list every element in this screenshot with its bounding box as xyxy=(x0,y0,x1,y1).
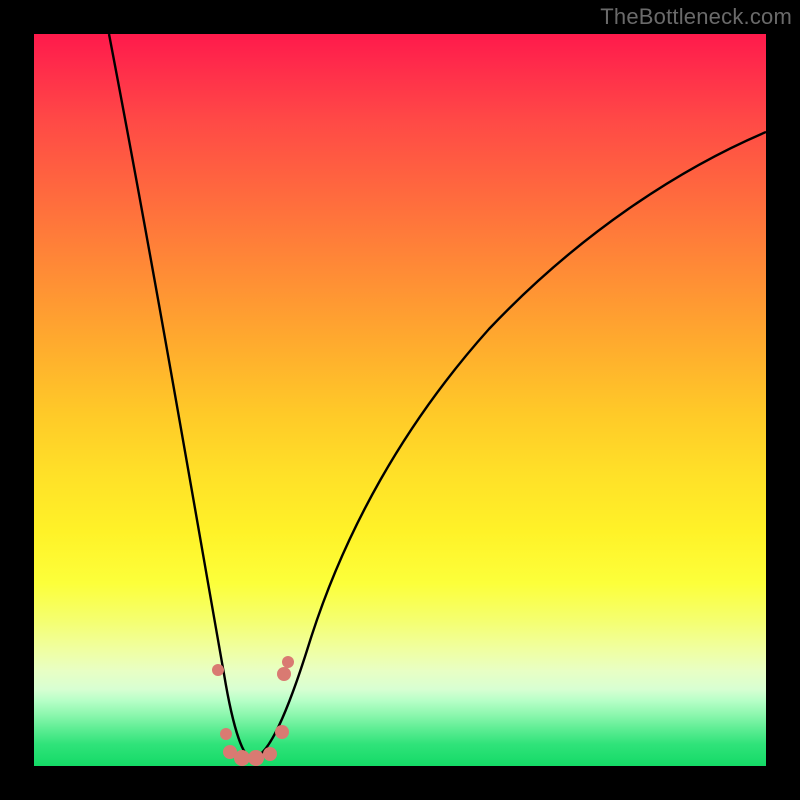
marker-point xyxy=(212,664,224,676)
chart-frame: TheBottleneck.com xyxy=(0,0,800,800)
marker-point xyxy=(248,750,264,766)
chart-svg xyxy=(34,34,766,766)
marker-point xyxy=(263,747,277,761)
bottleneck-curve xyxy=(109,34,766,758)
marker-point xyxy=(220,728,232,740)
marker-point xyxy=(275,725,289,739)
watermark-text: TheBottleneck.com xyxy=(600,4,792,30)
plot-area xyxy=(34,34,766,766)
marker-point xyxy=(277,667,291,681)
marker-point xyxy=(234,750,250,766)
marker-point xyxy=(282,656,294,668)
